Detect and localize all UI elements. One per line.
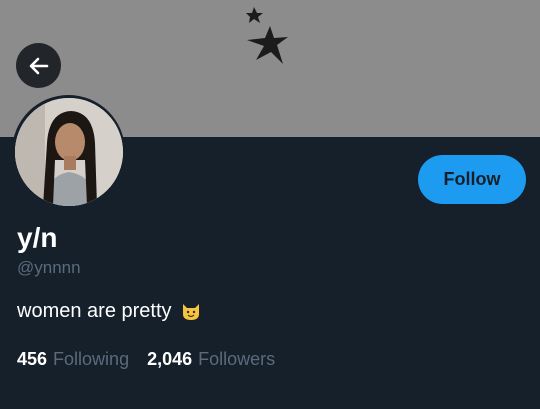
arrow-left-icon — [29, 57, 48, 74]
profile-stats: 456 Following 2,046 Followers — [17, 347, 275, 371]
smiling-cat-emoji-icon — [182, 304, 199, 320]
back-button[interactable] — [16, 43, 61, 88]
avatar[interactable] — [12, 95, 125, 208]
following-label: Following — [53, 349, 130, 369]
bio-text: women are pretty — [17, 300, 172, 322]
avatar-photo — [14, 97, 123, 206]
following-count: 456 — [17, 349, 48, 369]
followers-label: Followers — [198, 349, 276, 369]
followers-count: 2,046 — [147, 349, 193, 369]
following-link[interactable]: 456 Following — [17, 347, 129, 371]
profile-bio: women are pretty — [17, 298, 202, 324]
star-doodle-icon — [246, 7, 288, 64]
follow-button[interactable]: Follow — [418, 155, 526, 204]
display-name: y/n — [17, 222, 58, 253]
followers-link[interactable]: 2,046 Followers — [147, 347, 275, 371]
username-handle: @ynnnn — [17, 258, 81, 277]
